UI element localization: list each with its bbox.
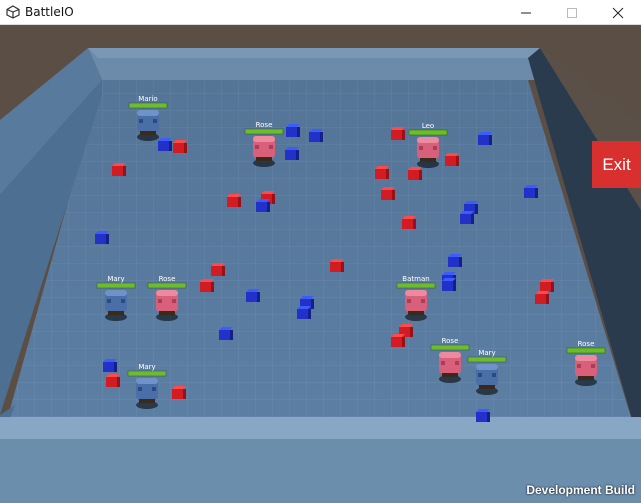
health-bar	[467, 356, 507, 363]
minimize-button[interactable]	[503, 0, 549, 25]
unity-logo-icon	[6, 5, 20, 19]
player-name: Mary	[478, 349, 495, 357]
blue-cube	[95, 231, 109, 244]
health-bar	[96, 282, 136, 289]
blue-cube	[297, 306, 311, 319]
red-cube	[112, 163, 126, 176]
health-bar	[128, 102, 168, 109]
red-cube	[211, 263, 225, 276]
player-name: Rose	[578, 340, 595, 348]
blue-cube	[476, 409, 490, 422]
game-viewport[interactable]: Mario Rose Leo Mary Rose Batman Mary Rose Mary Ro…	[0, 25, 641, 503]
red-cube	[227, 194, 241, 207]
red-cube	[106, 374, 120, 387]
red-cube	[173, 140, 187, 153]
blue-cube	[524, 185, 538, 198]
close-icon	[612, 7, 624, 19]
player-name: Batman	[402, 275, 429, 283]
health-bar	[408, 129, 448, 136]
health-bar	[127, 370, 167, 377]
health-bar	[396, 282, 436, 289]
blue-cube	[286, 124, 300, 137]
player-name: Leo	[422, 122, 434, 130]
health-bar	[147, 282, 187, 289]
close-button[interactable]	[595, 0, 641, 25]
blue-cube	[442, 278, 456, 291]
player-name: Rose	[442, 337, 459, 345]
blue-cube	[285, 147, 299, 160]
health-bar	[244, 128, 284, 135]
red-cube	[330, 259, 344, 272]
red-cube	[540, 279, 554, 292]
blue-cube	[460, 211, 474, 224]
health-bar	[566, 347, 606, 354]
red-cube	[200, 279, 214, 292]
red-cube	[391, 334, 405, 347]
red-cube	[381, 187, 395, 200]
player-name: Rose	[256, 121, 273, 129]
window-titlebar: BattleIO	[0, 0, 641, 25]
maximize-button[interactable]	[549, 0, 595, 25]
red-cube	[172, 386, 186, 399]
health-bar	[430, 344, 470, 351]
player-name: Mario	[138, 95, 157, 103]
red-cube	[445, 153, 459, 166]
player-name: Rose	[159, 275, 176, 283]
player-name: Mary	[138, 363, 155, 371]
blue-cube	[103, 359, 117, 372]
development-build-label: Development Build	[526, 483, 635, 497]
red-cube	[535, 291, 549, 304]
blue-cube	[246, 289, 260, 302]
exit-button[interactable]: Exit	[592, 141, 641, 188]
maximize-icon	[567, 8, 577, 18]
red-cube	[402, 216, 416, 229]
red-cube	[408, 167, 422, 180]
blue-cube	[448, 254, 462, 267]
blue-cube	[256, 199, 270, 212]
blue-cube	[219, 327, 233, 340]
window-title: BattleIO	[25, 5, 74, 19]
blue-cube	[478, 132, 492, 145]
blue-cube	[309, 129, 323, 142]
red-cube	[375, 166, 389, 179]
blue-cube	[158, 138, 172, 151]
minimize-icon	[521, 12, 531, 14]
player-name: Mary	[107, 275, 124, 283]
red-cube	[391, 127, 405, 140]
